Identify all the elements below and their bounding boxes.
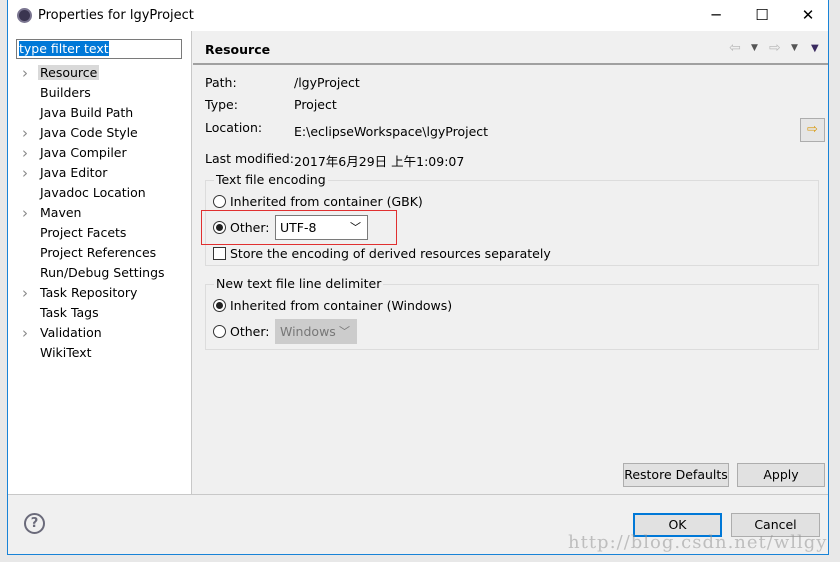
delimiter-select-value: Windows (280, 324, 336, 339)
location-label: Location: (205, 120, 263, 135)
encoding-group-title: Text file encoding (214, 172, 328, 187)
resource-page: Resource ⇦ ▼ ⇨ ▼ ▼ Path: /lgyProject Typ… (193, 31, 828, 494)
show-in-explorer-button[interactable]: ⇨ (800, 118, 825, 142)
delimiter-other-radio[interactable] (213, 325, 226, 338)
tree-item-label: Task Repository (40, 285, 138, 300)
chevron-right-icon[interactable]: › (22, 283, 28, 303)
location-value: E:\eclipseWorkspace\lgyProject (294, 124, 489, 139)
chevron-right-icon[interactable]: › (22, 203, 28, 223)
tree-item-label: WikiText (40, 345, 92, 360)
highlight-box (201, 210, 397, 245)
footer-divider (8, 494, 828, 495)
tree-item-label: Java Compiler (40, 145, 127, 160)
last-modified-label: Last modified: (205, 151, 294, 166)
window-title: Properties for lgyProject (38, 8, 194, 23)
property-tree-panel: type filter text › Resource Builders Java B… (8, 31, 192, 494)
delimiter-inherited-label: Inherited from container (Windows) (230, 298, 453, 313)
eclipse-icon (17, 8, 32, 23)
chevron-right-icon[interactable]: › (22, 63, 28, 83)
watermark: http://blog.csdn.net/wllgy (568, 532, 828, 553)
tree-item[interactable]: Javadoc Location (8, 183, 191, 203)
tree-item[interactable]: Java Build Path (8, 103, 191, 123)
tree-item-label: Builders (40, 85, 91, 100)
tree-item-label: Task Tags (40, 305, 99, 320)
tree-item[interactable]: › Java Compiler (8, 143, 191, 163)
filter-input[interactable]: type filter text (16, 39, 182, 59)
tree-item[interactable]: › Task Repository (8, 283, 191, 303)
tree-item-label: Project Facets (40, 225, 127, 240)
tree-item-label: Java Code Style (40, 125, 138, 140)
encoding-inherited-radio[interactable] (213, 195, 226, 208)
store-derived-checkbox[interactable] (213, 247, 226, 260)
back-dropdown-icon[interactable]: ▼ (751, 43, 758, 53)
encoding-inherited-label: Inherited from container (GBK) (230, 194, 423, 209)
help-icon[interactable]: ? (24, 513, 45, 534)
delimiter-other-label: Other: (230, 324, 270, 339)
chevron-right-icon[interactable]: › (22, 143, 28, 163)
path-value: /lgyProject (294, 75, 360, 90)
tree-item-label: Javadoc Location (40, 185, 146, 200)
delimiter-inherited-radio[interactable] (213, 299, 226, 312)
tree-item[interactable]: Task Tags (8, 303, 191, 323)
chevron-right-icon[interactable]: › (22, 123, 28, 143)
chevron-right-icon[interactable]: › (22, 323, 28, 343)
store-derived-label: Store the encoding of derived resources … (230, 246, 551, 261)
tree-item-label: Java Editor (40, 165, 108, 180)
property-tree: › Resource Builders Java Build Path › Java Co… (8, 63, 191, 363)
tree-item[interactable]: › Maven (8, 203, 191, 223)
type-value: Project (294, 97, 337, 112)
delimiter-group-title: New text file line delimiter (214, 276, 384, 291)
chevron-down-icon: ﹀ (339, 325, 350, 338)
tree-item[interactable]: › Validation (8, 323, 191, 343)
tree-item[interactable]: WikiText (8, 343, 191, 363)
page-title: Resource (205, 42, 271, 57)
chevron-right-icon[interactable]: › (22, 163, 28, 183)
properties-dialog: Properties for lgyProject ─ ☐ ✕ type fil… (7, 0, 829, 555)
apply-button[interactable]: Apply (737, 463, 825, 487)
minimize-button[interactable]: ─ (693, 0, 739, 31)
maximize-button[interactable]: ☐ (739, 0, 785, 31)
tree-item[interactable]: › Java Editor (8, 163, 191, 183)
page-header: Resource ⇦ ▼ ⇨ ▼ ▼ (193, 31, 828, 65)
tree-item[interactable]: › Java Code Style (8, 123, 191, 143)
last-modified-value: 2017年6月29日 上午1:09:07 (294, 154, 465, 169)
type-label: Type: (205, 97, 238, 112)
tree-item-label: Maven (40, 205, 82, 220)
restore-defaults-button[interactable]: Restore Defaults (623, 463, 729, 487)
tree-item-label: Java Build Path (40, 105, 134, 120)
path-label: Path: (205, 75, 237, 90)
delimiter-select[interactable]: Windows ﹀ (275, 319, 357, 344)
tree-item-label: Resource (38, 65, 100, 80)
filter-text: type filter text (19, 41, 109, 56)
view-menu-icon[interactable]: ▼ (811, 43, 819, 54)
title-bar: Properties for lgyProject ─ ☐ ✕ (8, 0, 828, 31)
back-arrow-icon[interactable]: ⇦ (729, 40, 741, 56)
tree-item[interactable]: Run/Debug Settings (8, 263, 191, 283)
forward-dropdown-icon[interactable]: ▼ (791, 43, 798, 53)
open-folder-icon: ⇨ (807, 122, 818, 137)
tree-item[interactable]: Project Facets (8, 223, 191, 243)
forward-arrow-icon[interactable]: ⇨ (769, 40, 781, 56)
close-button[interactable]: ✕ (785, 0, 831, 31)
tree-item[interactable]: Project References (8, 243, 191, 263)
tree-item-label: Validation (40, 325, 102, 340)
tree-item[interactable]: Builders (8, 83, 191, 103)
line-delimiter-group: New text file line delimiter Inherited f… (205, 276, 819, 350)
tree-item-label: Project References (40, 245, 157, 260)
tree-item-label: Run/Debug Settings (40, 265, 165, 280)
tree-item[interactable]: › Resource (8, 63, 191, 83)
